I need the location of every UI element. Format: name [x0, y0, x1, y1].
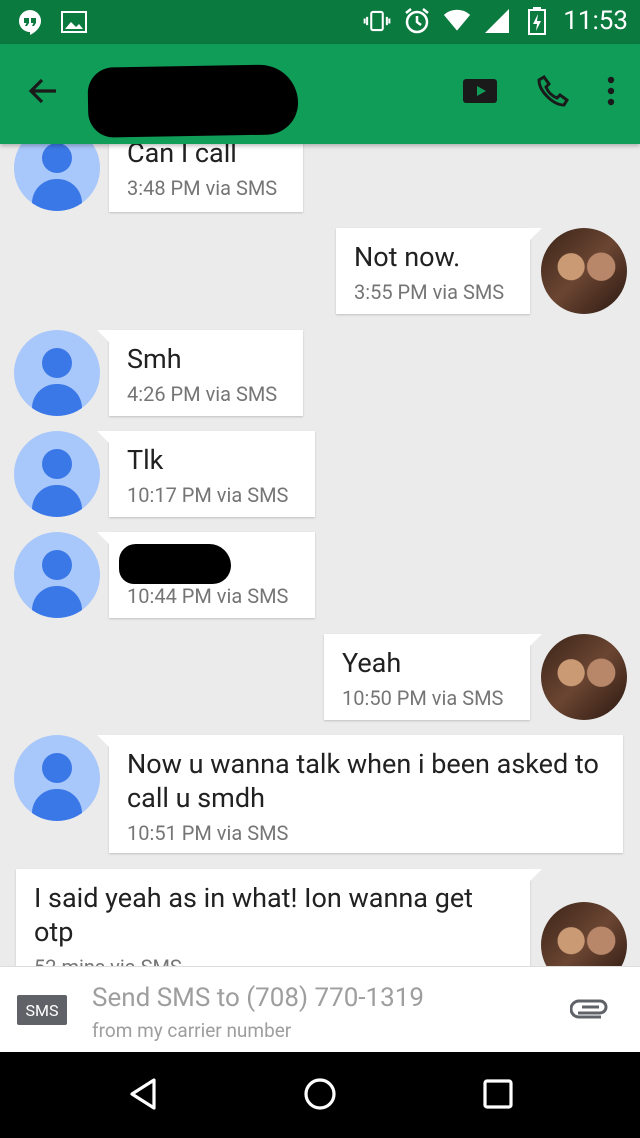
app-bar: [0, 44, 640, 144]
video-call-icon[interactable]: [462, 77, 500, 109]
message-text: Not now.: [354, 241, 461, 273]
incoming-message[interactable]: Can I call 3:48 PM via SMS: [109, 144, 303, 212]
nav-back-icon[interactable]: [124, 1074, 164, 1114]
contact-name-redacted: [87, 64, 299, 138]
message-meta: 10:51 PM via SMS: [127, 821, 289, 845]
self-avatar[interactable]: [541, 902, 627, 966]
message-meta: 10:17 PM via SMS: [127, 483, 289, 507]
message-meta: 52 mins via SMS: [34, 955, 512, 966]
message-input[interactable]: Send SMS to (708) 770-1319: [92, 983, 424, 1013]
contact-avatar[interactable]: [14, 735, 100, 821]
compose-bar: SMS Send SMS to (708) 770-1319 from my c…: [0, 966, 640, 1053]
attachment-icon[interactable]: [569, 995, 610, 1025]
message-text: Tlk: [127, 444, 164, 476]
message-text: Smh: [127, 343, 182, 375]
system-nav-bar: [0, 1052, 640, 1138]
contact-avatar[interactable]: [14, 431, 100, 517]
image-notification-icon: [60, 8, 88, 36]
outgoing-message[interactable]: Not now. 3:55 PM via SMS: [336, 228, 542, 314]
nav-home-icon[interactable]: [300, 1074, 340, 1114]
contact-avatar[interactable]: [14, 532, 100, 618]
incoming-message[interactable]: Tlk 10:17 PM via SMS: [97, 431, 315, 517]
message-meta: 10:44 PM via SMS: [127, 584, 289, 608]
message-text: I said yeah as in what! Ion wanna get ot…: [34, 882, 474, 948]
message-meta: 3:48 PM via SMS: [127, 176, 278, 200]
signal-icon: [483, 7, 511, 35]
nav-recents-icon[interactable]: [478, 1074, 518, 1114]
incoming-message[interactable]: Now u wanna talk when i been asked to ca…: [97, 735, 623, 853]
alarm-icon: [403, 7, 431, 35]
message-meta: 4:26 PM via SMS: [127, 382, 278, 406]
phone-call-icon[interactable]: [536, 74, 570, 112]
status-bar: 11:53: [0, 0, 640, 44]
message-meta: 3:55 PM via SMS: [354, 280, 505, 304]
incoming-message[interactable]: 10:44 PM via SMS: [97, 532, 315, 618]
outgoing-message[interactable]: I said yeah as in what! Ion wanna get ot…: [16, 869, 542, 966]
sms-mode-badge[interactable]: SMS: [17, 995, 67, 1025]
battery-charging-icon: [523, 7, 551, 35]
message-list[interactable]: Can I call 3:48 PM via SMS Not now. 3:55…: [0, 144, 640, 966]
message-text: Can I call: [127, 144, 237, 169]
self-avatar[interactable]: [541, 634, 627, 720]
carrier-subtext: from my carrier number: [92, 1019, 292, 1042]
incoming-message[interactable]: Smh 4:26 PM via SMS: [97, 330, 303, 416]
message-text: Now u wanna talk when i been asked to ca…: [127, 748, 599, 814]
wifi-icon: [443, 7, 471, 35]
more-options-icon[interactable]: [606, 75, 616, 111]
hangouts-notification-icon: [16, 8, 44, 36]
contact-avatar[interactable]: [14, 330, 100, 416]
message-meta: 10:50 PM via SMS: [342, 686, 504, 710]
contact-avatar[interactable]: [14, 144, 100, 211]
outgoing-message[interactable]: Yeah 10:50 PM via SMS: [324, 634, 542, 720]
back-arrow-icon[interactable]: [26, 74, 74, 114]
self-avatar[interactable]: [541, 228, 627, 314]
vibrate-icon: [363, 7, 391, 35]
status-time: 11:53: [563, 6, 628, 36]
message-text: Yeah: [342, 647, 402, 679]
redaction-mark: [119, 544, 231, 584]
